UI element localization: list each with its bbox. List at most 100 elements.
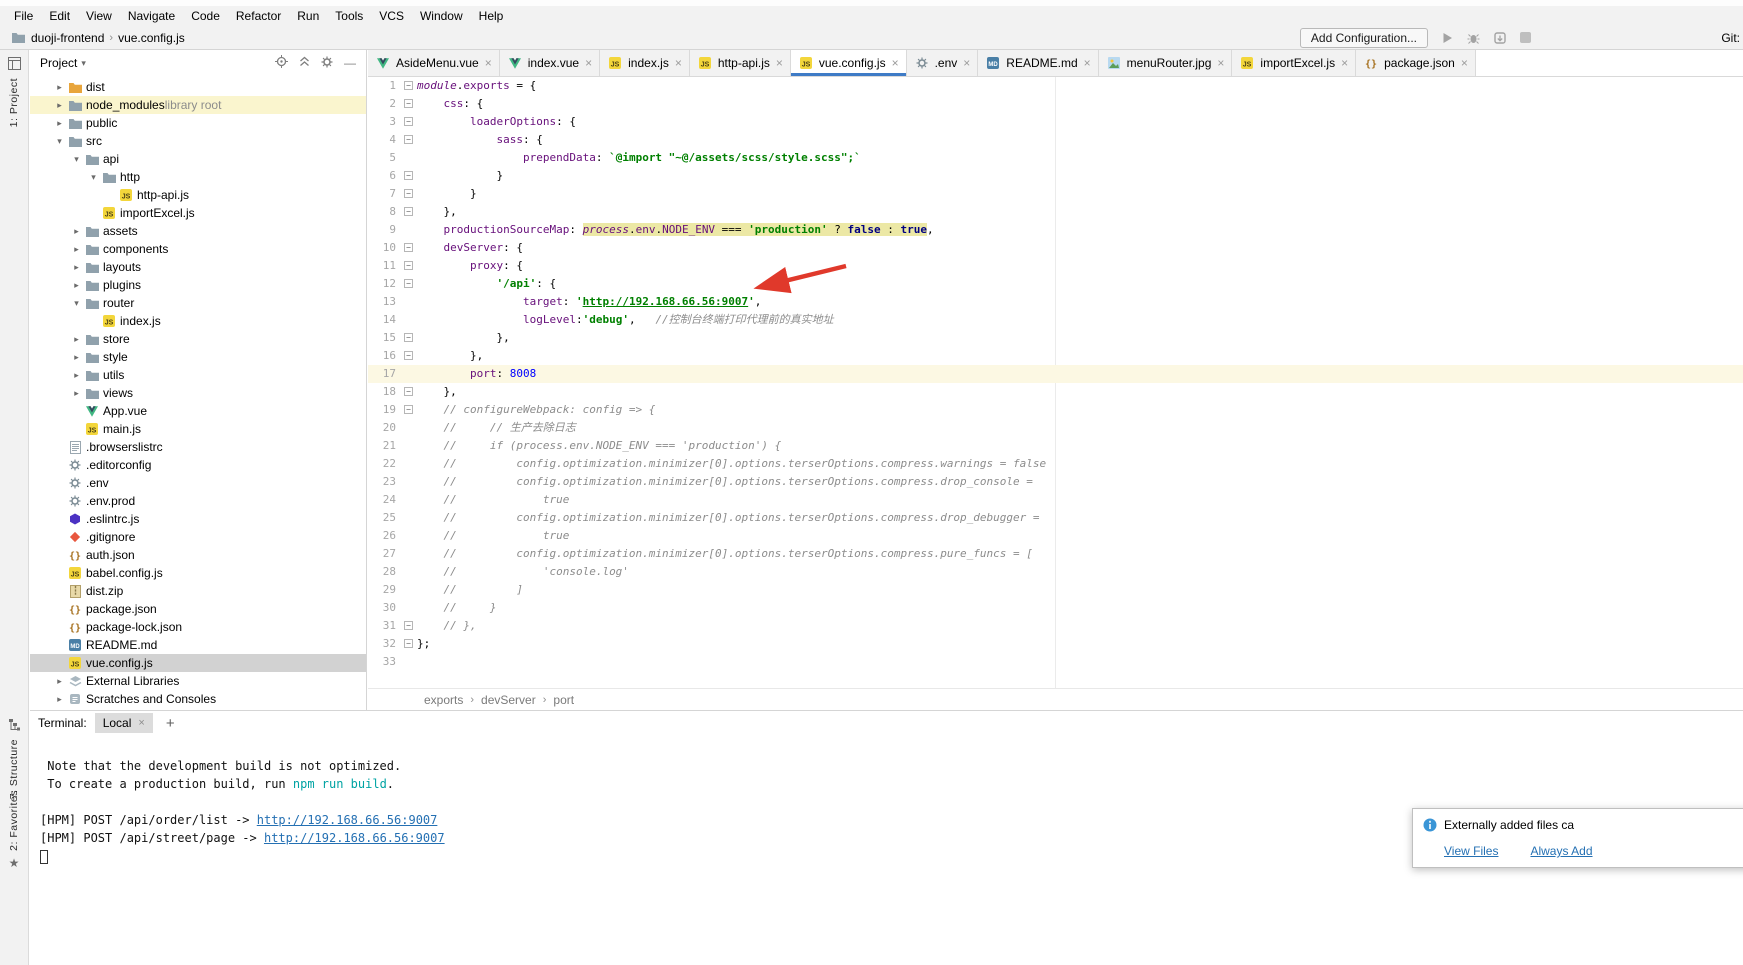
breadcrumb-exports[interactable]: exports [424,693,463,707]
locate-file-icon[interactable] [275,55,288,71]
close-icon[interactable]: × [776,56,783,70]
chevron-right-icon[interactable]: ▸ [69,352,84,363]
code-line-28[interactable]: 28 // 'console.log' [368,563,1743,581]
code-line-6[interactable]: 6− } [368,167,1743,185]
chevron-right-icon[interactable]: ▸ [69,334,84,345]
fold-toggle-icon[interactable]: − [404,189,413,198]
fold-toggle-icon[interactable]: − [404,261,413,270]
code-line-24[interactable]: 24 // true [368,491,1743,509]
code-line-11[interactable]: 11− proxy: { [368,257,1743,275]
tree-item-public[interactable]: ▸public [30,114,366,132]
tab-index-vue[interactable]: index.vue× [500,50,600,76]
fold-toggle-icon[interactable]: − [404,171,413,180]
tree-item-eslintrc-js[interactable]: .eslintrc.js [30,510,366,528]
tree-item-vue-config-js[interactable]: JSvue.config.js [30,654,366,672]
fold-toggle-icon[interactable]: − [404,243,413,252]
add-configuration-button[interactable]: Add Configuration... [1300,28,1428,48]
fold-toggle-icon[interactable]: − [404,621,413,630]
tree-item-index-js[interactable]: JSindex.js [30,312,366,330]
collapse-all-icon[interactable] [299,56,310,70]
tree-item-plugins[interactable]: ▸plugins [30,276,366,294]
tab-importexcel-js[interactable]: JSimportExcel.js× [1232,50,1356,76]
tab-asidemenu-vue[interactable]: AsideMenu.vue× [368,50,500,76]
fold-toggle-icon[interactable]: − [404,351,413,360]
tool-button-project[interactable]: 1: Project [0,57,28,127]
run-icon[interactable] [1442,32,1453,44]
code-line-3[interactable]: 3− loaderOptions: { [368,113,1743,131]
chevron-right-icon[interactable]: ▸ [52,118,67,129]
code-line-18[interactable]: 18− }, [368,383,1743,401]
close-icon[interactable]: × [963,56,970,70]
code-line-32[interactable]: 32−}; [368,635,1743,653]
code-line-15[interactable]: 15− }, [368,329,1743,347]
tree-item-package-json[interactable]: {}package.json [30,600,366,618]
menu-file[interactable]: File [6,6,41,26]
tree-item-gitignore[interactable]: .gitignore [30,528,366,546]
fold-toggle-icon[interactable]: − [404,639,413,648]
close-icon[interactable]: × [585,56,592,70]
code-line-31[interactable]: 31− // }, [368,617,1743,635]
chevron-right-icon[interactable]: ▸ [69,370,84,381]
menu-code[interactable]: Code [183,6,228,26]
tree-item-main-js[interactable]: JSmain.js [30,420,366,438]
breadcrumb-port[interactable]: port [553,693,574,707]
tree-item-style[interactable]: ▸style [30,348,366,366]
menu-edit[interactable]: Edit [41,6,78,26]
menu-view[interactable]: View [78,6,120,26]
fold-toggle-icon[interactable]: − [404,135,413,144]
tree-item-http[interactable]: ▾http [30,168,366,186]
code-line-20[interactable]: 20 // // 生产去除日志 [368,419,1743,437]
tree-item-utils[interactable]: ▸utils [30,366,366,384]
coverage-icon[interactable] [1494,32,1506,44]
fold-toggle-icon[interactable]: − [404,81,413,90]
code-line-5[interactable]: 5 prependData: `@import "~@/assets/scss/… [368,149,1743,167]
code-line-23[interactable]: 23 // config.optimization.minimizer[0].o… [368,473,1743,491]
settings-gear-icon[interactable] [321,56,333,71]
close-icon[interactable]: × [1341,56,1348,70]
tree-item-env-prod[interactable]: .env.prod [30,492,366,510]
notification-link-always-add[interactable]: Always Add [1530,844,1592,858]
code-line-27[interactable]: 27 // config.optimization.minimizer[0].o… [368,545,1743,563]
tree-item-editorconfig[interactable]: .editorconfig [30,456,366,474]
chevron-right-icon[interactable]: ▸ [69,280,84,291]
fold-toggle-icon[interactable]: − [404,117,413,126]
code-line-17[interactable]: 17 port: 8008 [368,365,1743,383]
code-line-2[interactable]: 2− css: { [368,95,1743,113]
code-line-29[interactable]: 29 // ] [368,581,1743,599]
tab-menurouter-jpg[interactable]: menuRouter.jpg× [1099,50,1233,76]
tree-item-components[interactable]: ▸components [30,240,366,258]
fold-toggle-icon[interactable]: − [404,207,413,216]
chevron-right-icon[interactable]: ▸ [69,262,84,273]
tab-readme-md[interactable]: MDREADME.md× [978,50,1098,76]
tree-item-router[interactable]: ▾router [30,294,366,312]
tree-item-app-vue[interactable]: App.vue [30,402,366,420]
tab-http-api-js[interactable]: JShttp-api.js× [690,50,791,76]
code-line-21[interactable]: 21 // if (process.env.NODE_ENV === 'prod… [368,437,1743,455]
code-line-26[interactable]: 26 // true [368,527,1743,545]
chevron-right-icon[interactable]: ▸ [52,82,67,93]
fold-toggle-icon[interactable]: − [404,279,413,288]
close-icon[interactable]: × [1217,56,1224,70]
tree-item-dist[interactable]: ▸dist [30,78,366,96]
code-line-10[interactable]: 10− devServer: { [368,239,1743,257]
chevron-down-icon[interactable]: ▾ [86,172,101,183]
tree-item-dist-zip[interactable]: dist.zip [30,582,366,600]
terminal-tab-local[interactable]: Local × [95,713,153,733]
tree-item-importexcel-js[interactable]: JSimportExcel.js [30,204,366,222]
git-widget[interactable]: Git: [1721,26,1740,49]
menu-window[interactable]: Window [412,6,471,26]
debug-icon[interactable] [1467,32,1480,44]
tree-item-http-api-js[interactable]: JShttp-api.js [30,186,366,204]
chevron-down-icon[interactable]: ▾ [69,154,84,165]
fold-toggle-icon[interactable]: − [404,405,413,414]
tree-item-browserslistrc[interactable]: .browserslistrc [30,438,366,456]
chevron-right-icon[interactable]: ▸ [69,226,84,237]
fold-toggle-icon[interactable]: − [404,387,413,396]
tree-item-api[interactable]: ▾api [30,150,366,168]
code-line-30[interactable]: 30 // } [368,599,1743,617]
menu-navigate[interactable]: Navigate [120,6,183,26]
breadcrumb-devserver[interactable]: devServer [481,693,536,707]
chevron-right-icon[interactable]: ▸ [52,694,67,705]
tree-item-babel-config-js[interactable]: JSbabel.config.js [30,564,366,582]
terminal-link[interactable]: http://192.168.66.56:9007 [257,813,438,827]
